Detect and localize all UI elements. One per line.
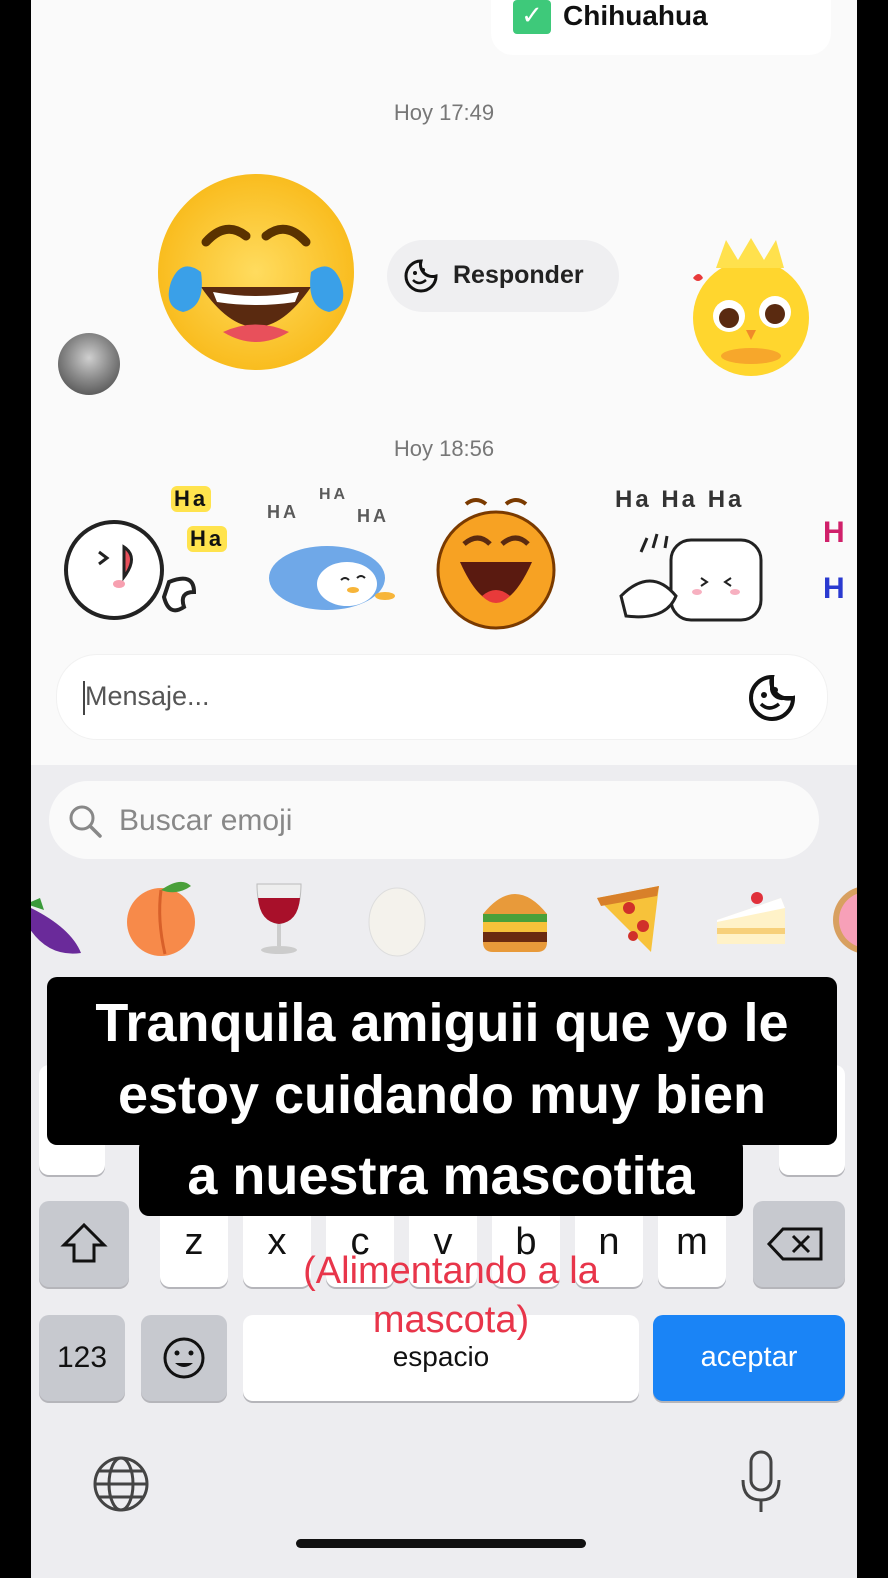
home-indicator[interactable] [296,1539,586,1548]
sticker-text: HA [357,506,389,526]
previous-message-text: Chihuahua [563,0,708,31]
smiley-icon [163,1337,205,1379]
accept-key[interactable]: aceptar [653,1315,845,1401]
microphone-icon[interactable] [739,1450,783,1516]
cake-emoji[interactable] [711,878,791,958]
message-input[interactable]: Mensaje... [57,655,827,739]
check-icon: ✓ [513,0,551,34]
subcaption-line: (Alimentando a la [303,1250,599,1292]
sticker-text: Ha Ha Ha [615,486,745,513]
emoji-search-input[interactable]: Buscar emoji [49,781,819,859]
sticker-text: Ha [171,486,212,512]
key-label: aceptar [700,1341,798,1373]
caption-box: Tranquila amiguii que yo le estoy cuidan… [47,977,837,1145]
ha-ha-ha-cat-sticker[interactable]: Ha Ha Ha [601,484,791,634]
numbers-key[interactable]: 123 [39,1315,125,1401]
tears-of-joy-emoji[interactable] [151,172,361,372]
caption-line: estoy cuidando muy bien [117,1065,767,1125]
shift-key[interactable] [39,1201,129,1287]
message-placeholder: Mensaje... [85,681,210,711]
shift-icon [60,1222,108,1263]
egg-emoji[interactable] [357,878,437,958]
pizza-emoji[interactable] [593,878,673,958]
sticker-text: H [823,572,845,605]
laughing-face-sticker[interactable] [436,492,556,632]
subcaption: (Alimentando a la mascota) [231,1250,671,1342]
ha-ha-bunny-sticker[interactable]: Ha Ha [59,482,239,622]
sticker-text: H [823,516,845,549]
partial-sticker[interactable]: H H [823,516,857,616]
penguin-icon [269,546,395,610]
reply-button[interactable]: Responder [387,240,619,312]
backspace-icon [766,1227,823,1261]
sticker-text: HA [267,502,299,522]
caption-line: a nuestra mascotita [187,1146,695,1206]
caption-line: Tranquila amiguii que yo le [95,993,789,1053]
caption-box: a nuestra mascotita [139,1138,743,1216]
previous-message-bubble[interactable]: ✓ Chihuahua [491,0,831,55]
ha-ha-penguin-sticker[interactable]: HA HA HA [265,484,435,624]
search-icon [69,805,102,838]
subcaption-line: mascota) [372,1299,530,1341]
cute-chick-sticker[interactable] [691,238,811,378]
wine-glass-emoji[interactable] [239,878,319,958]
timestamp: Hoy 17:49 [393,100,495,125]
emoji-key[interactable] [141,1315,227,1401]
sticker-face-icon [404,259,438,293]
key-label: 123 [56,1341,108,1374]
peach-emoji[interactable] [121,878,201,958]
hamburger-emoji[interactable] [475,878,555,958]
timestamp: Hoy 18:56 [393,436,495,461]
eggplant-emoji[interactable] [31,878,101,958]
backspace-key[interactable] [753,1201,845,1287]
emoji-strip [31,870,857,960]
doughnut-emoji[interactable] [827,878,857,958]
sticker-icon[interactable] [747,673,797,723]
contact-avatar[interactable] [58,333,120,395]
cat-icon [619,533,763,622]
screen: ✓ Chihuahua Hoy 17:49 Responder Hoy 18:5… [31,0,857,1578]
globe-icon[interactable] [91,1454,151,1514]
search-placeholder: Buscar emoji [119,804,293,837]
sticker-text: HA [319,486,349,503]
chat-area: ✓ Chihuahua Hoy 17:49 Responder Hoy 18:5… [31,0,857,765]
bunny-face-icon [64,520,197,620]
reply-label: Responder [453,261,584,289]
